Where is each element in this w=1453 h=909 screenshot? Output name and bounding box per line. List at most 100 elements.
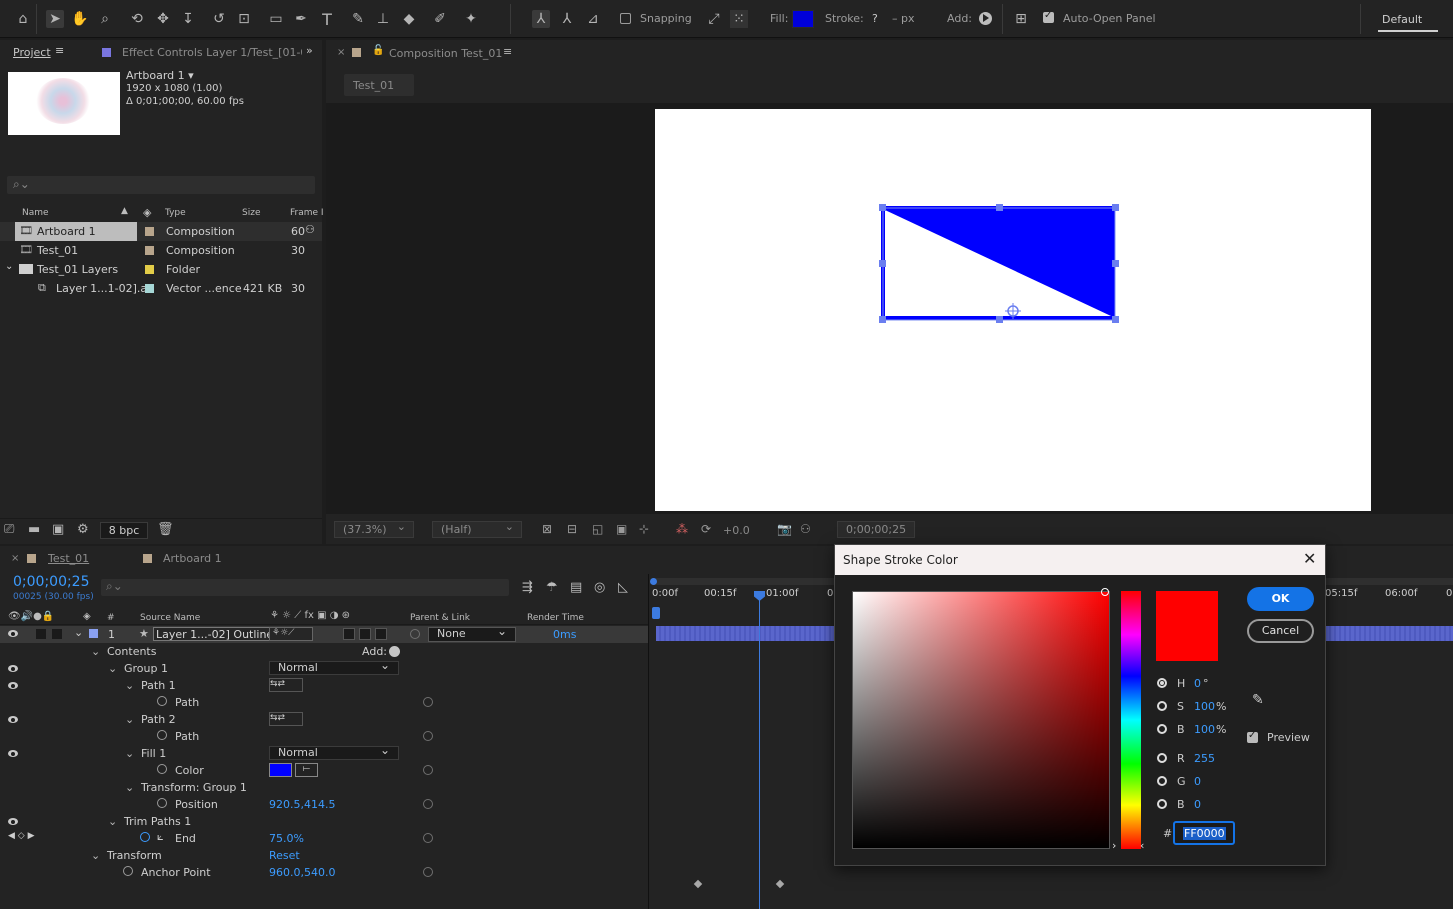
shape-layer-graphic[interactable]: [655, 109, 1371, 511]
3d-box[interactable]: [375, 628, 387, 640]
reset-exposure-icon[interactable]: ⟳: [701, 522, 711, 536]
lock-icon[interactable]: 🔓: [372, 45, 384, 56]
motion-blur-box[interactable]: [343, 628, 355, 640]
local-axis-mode-icon[interactable]: ⅄: [532, 10, 550, 28]
prop-row-fill1[interactable]: ⌄ Fill 1 Normal: [0, 744, 648, 762]
radio-g[interactable]: [1157, 776, 1167, 786]
stopwatch-icon[interactable]: [157, 730, 167, 740]
home-icon[interactable]: ⌂: [14, 10, 32, 28]
tab-project[interactable]: Project: [13, 46, 51, 59]
eye-icon[interactable]: [7, 630, 19, 638]
composition-viewer[interactable]: [326, 103, 1453, 514]
prop-row-end[interactable]: ◀ ◇ ▶ ⟀ End 75.0%: [0, 830, 648, 847]
brush-tool-icon[interactable]: ✎: [349, 10, 367, 28]
tab-test01[interactable]: Test_01: [48, 552, 89, 565]
bit-depth-button[interactable]: 8 bpc: [100, 522, 148, 539]
zoom-dropdown[interactable]: (37.3%) ⌄: [334, 520, 414, 538]
prop-row-contents[interactable]: ⌄ Contents Add:: [0, 643, 648, 660]
expand-chevron-icon[interactable]: ⌄: [5, 261, 13, 272]
flowchart-icon[interactable]: ⚇: [305, 223, 315, 236]
more-tabs-icon[interactable]: »: [306, 44, 313, 57]
prop-row-path2-path[interactable]: Path: [0, 728, 648, 745]
prop-row-transform-group[interactable]: ⌄ Transform: Group 1: [0, 779, 648, 796]
col-render-time[interactable]: Render Time: [527, 613, 584, 623]
expand-chevron-icon[interactable]: ⌄: [125, 781, 134, 794]
dolly-camera-icon[interactable]: ↧: [179, 10, 197, 28]
ok-button[interactable]: OK: [1247, 587, 1314, 611]
resolution-dropdown[interactable]: (Half) ⌄: [432, 520, 522, 538]
stroke-width-value[interactable]: – px: [892, 12, 915, 25]
lock-box[interactable]: [52, 629, 62, 639]
view-axis-mode-icon[interactable]: ⊿: [584, 10, 602, 28]
eraser-tool-icon[interactable]: ◆: [400, 10, 418, 28]
r-value[interactable]: 255: [1194, 752, 1215, 765]
show-snapshot-icon[interactable]: ⚇: [800, 522, 811, 536]
pickwhip-icon[interactable]: [423, 731, 433, 741]
radio-b[interactable]: [1157, 724, 1167, 734]
puppet-pin-tool-icon[interactable]: ✦: [462, 10, 480, 28]
prop-row-anchor[interactable]: Anchor Point 960.0,540.0: [0, 864, 648, 881]
expand-chevron-icon[interactable]: ⌄: [125, 713, 134, 726]
h-value[interactable]: 0: [1194, 677, 1201, 690]
label-color[interactable]: [145, 265, 154, 274]
pickwhip-icon[interactable]: [423, 799, 433, 809]
tab-composition[interactable]: Composition Test_01: [389, 47, 502, 60]
prop-row-path1[interactable]: ⌄ Path 1 ⇆⇄: [0, 677, 648, 694]
solo-box[interactable]: [36, 629, 46, 639]
expand-chevron-icon[interactable]: ⌄: [91, 849, 100, 862]
label-color[interactable]: [145, 284, 154, 293]
path-direction-toggle[interactable]: ⇆⇄: [269, 678, 303, 692]
switches-icons[interactable]: ⚘ ☼ ⟋ fx ▣ ◑ ⊛: [270, 610, 350, 621]
comp-timecode[interactable]: 0;00;00;25: [837, 521, 915, 538]
graph-icon[interactable]: ⟀: [157, 830, 164, 844]
tab-menu-icon[interactable]: ≡: [55, 44, 64, 57]
auto-open-panel-checkbox[interactable]: [1043, 10, 1054, 26]
comp-subtab[interactable]: Test_01: [344, 74, 414, 96]
eye-icon[interactable]: [7, 750, 19, 758]
project-row-artboard[interactable]: 🎞 Artboard 1 Composition 60 ⚇: [0, 222, 322, 241]
project-search-input[interactable]: ⌕⌄: [7, 176, 315, 194]
frame-blending-icon[interactable]: ◎: [594, 580, 605, 595]
stopwatch-icon[interactable]: [157, 764, 167, 774]
trash-icon[interactable]: 🗑: [157, 522, 174, 537]
color-channels-icon[interactable]: ⁂: [676, 522, 688, 536]
graph-editor-icon[interactable]: ◺: [618, 580, 628, 595]
hue-slider[interactable]: [1121, 591, 1141, 849]
keyframe-marker[interactable]: [775, 879, 785, 889]
clone-stamp-tool-icon[interactable]: ⊥: [374, 10, 392, 28]
eye-icon[interactable]: [7, 818, 19, 826]
col-parent[interactable]: Parent & Link: [410, 613, 470, 623]
prop-value[interactable]: 960.0,540.0: [269, 866, 335, 879]
stopwatch-icon[interactable]: [157, 696, 167, 706]
eye-icon[interactable]: [7, 682, 19, 690]
project-row-folder[interactable]: ⌄ Test_01 Layers Folder: [0, 260, 322, 279]
fill-color-swatch[interactable]: [792, 10, 814, 28]
reset-link[interactable]: Reset: [269, 849, 300, 862]
selection-tool-icon[interactable]: ➤: [46, 10, 64, 28]
radio-blue[interactable]: [1157, 799, 1167, 809]
tab-artboard[interactable]: Artboard 1: [163, 552, 222, 565]
project-row-test01[interactable]: 🎞 Test_01 Composition 30: [0, 241, 322, 260]
tab-menu-icon[interactable]: ≡: [503, 45, 512, 58]
interpret-footage-icon[interactable]: ⎚: [4, 522, 14, 537]
color-picker-cursor[interactable]: [1101, 588, 1109, 596]
col-source-name[interactable]: Source Name: [140, 613, 200, 623]
col-name[interactable]: Name: [22, 208, 49, 218]
preview-checkbox[interactable]: [1247, 730, 1258, 746]
tab-effect-controls[interactable]: Effect Controls Layer 1/Test_[01-02] (: [122, 46, 302, 59]
blue-value[interactable]: 0: [1194, 798, 1201, 811]
eye-icon[interactable]: [7, 716, 19, 724]
blend-mode-dropdown[interactable]: Normal: [269, 744, 399, 760]
hex-input[interactable]: FF0000: [1173, 821, 1235, 845]
workspace-default[interactable]: Default: [1382, 13, 1422, 26]
expand-chevron-icon[interactable]: ⌄: [91, 645, 100, 658]
s-value[interactable]: 100: [1194, 700, 1215, 713]
new-folder-icon[interactable]: ▬: [28, 522, 40, 537]
layer-switches[interactable]: ⚘☼⟋: [269, 627, 313, 641]
pickwhip-icon[interactable]: [423, 765, 433, 775]
prop-row-path2[interactable]: ⌄ Path 2 ⇆⇄: [0, 711, 648, 728]
prop-row-path1-path[interactable]: Path: [0, 694, 648, 711]
label-color[interactable]: [145, 246, 154, 255]
pen-tool-icon[interactable]: ✒: [292, 10, 310, 28]
pickwhip-icon[interactable]: [423, 697, 433, 707]
